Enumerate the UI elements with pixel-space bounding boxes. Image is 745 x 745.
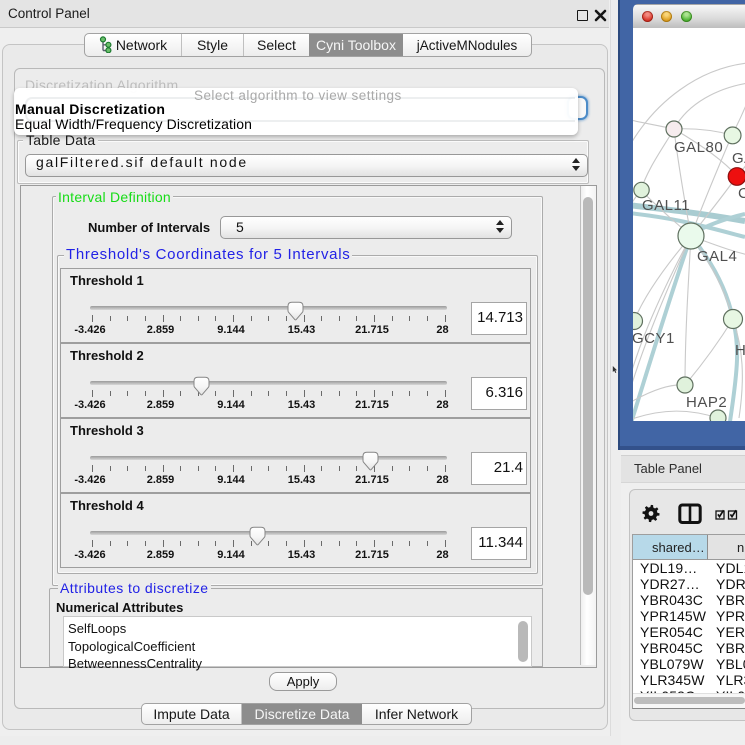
svg-text:HAP2: HAP2	[686, 394, 727, 411]
svg-text:GAL80: GAL80	[674, 139, 723, 156]
svg-text:GA: GA	[732, 150, 745, 167]
svg-text:GCY1: GCY1	[633, 330, 675, 347]
svg-text:GAL4: GAL4	[697, 248, 737, 265]
svg-text:C: C	[738, 185, 745, 202]
svg-text:HI: HI	[735, 342, 745, 359]
svg-text:GAL11: GAL11	[642, 197, 690, 214]
